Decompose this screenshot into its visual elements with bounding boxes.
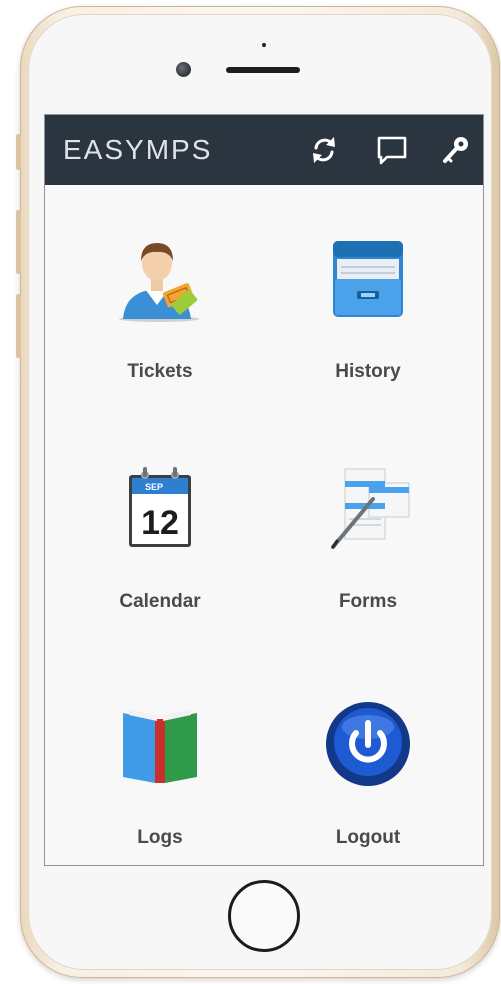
menu-item-forms[interactable]: Forms — [268, 463, 468, 643]
calendar-icon: SEP 12 — [129, 467, 191, 547]
power-icon — [326, 702, 410, 786]
volume-down-button — [16, 294, 21, 358]
front-camera — [176, 62, 191, 77]
refresh-icon[interactable] — [307, 133, 341, 167]
earpiece-speaker — [226, 67, 300, 73]
history-label: History — [335, 361, 401, 382]
forms-label: Forms — [338, 591, 398, 612]
brand-logo: EASYMPS — [63, 134, 213, 165]
proximity-sensor — [262, 43, 266, 47]
tickets-label: Tickets — [127, 361, 193, 382]
home-button[interactable] — [228, 880, 300, 952]
menu-item-history[interactable]: History — [268, 233, 468, 413]
menu-item-logout[interactable]: Logout — [268, 699, 468, 865]
file-cabinet-icon — [333, 241, 403, 317]
chat-icon[interactable] — [375, 133, 409, 167]
app-screen: EASYMPS Tickets History SEP 12 Calendar … — [44, 114, 484, 866]
user-tickets-icon — [119, 243, 199, 322]
calendar-month: SEP — [145, 482, 163, 492]
volume-up-button — [16, 210, 21, 274]
logout-label: Logout — [335, 827, 401, 848]
book-icon — [123, 709, 197, 783]
key-icon[interactable] — [439, 133, 473, 167]
mute-switch — [16, 134, 21, 170]
menu-item-calendar[interactable]: SEP 12 Calendar — [60, 463, 260, 643]
menu-item-tickets[interactable]: Tickets — [60, 233, 260, 413]
app-bar: EASYMPS — [45, 115, 483, 185]
calendar-day: 12 — [141, 504, 179, 542]
logs-label: Logs — [137, 827, 183, 848]
menu-item-logs[interactable]: Logs — [60, 699, 260, 865]
forms-icon — [331, 468, 410, 549]
calendar-label: Calendar — [119, 591, 201, 612]
